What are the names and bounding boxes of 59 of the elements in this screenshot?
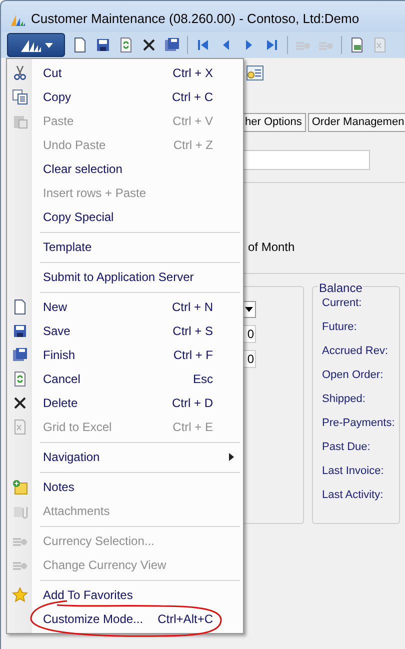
clipboard-icon xyxy=(12,113,28,129)
field-label: Last Activity: xyxy=(322,488,384,503)
first-record-icon xyxy=(195,37,211,53)
submenu-arrow-icon xyxy=(229,453,234,461)
field-label: Past Due: xyxy=(322,440,372,455)
document-icon xyxy=(12,299,28,315)
menu-item[interactable]: New Ctrl + N xyxy=(7,295,243,319)
spreadsheet-icon xyxy=(372,37,388,53)
refresh-icon xyxy=(12,371,28,387)
menu-item[interactable]: Copy Ctrl + C xyxy=(7,85,243,109)
toolbar-button[interactable] xyxy=(95,37,111,53)
save-all-icon xyxy=(12,347,28,363)
window-title: Customer Maintenance (08.260.00) - Contoso, Ltd:Demo xyxy=(31,10,360,28)
menu-item[interactable]: Customize Mode... Ctrl+Alt+C xyxy=(7,607,243,631)
field-label: Accrued Rev: xyxy=(322,344,390,359)
menu-item[interactable]: Finish Ctrl + F xyxy=(7,343,243,367)
menu-item[interactable]: Cut Ctrl + X xyxy=(7,61,243,85)
copy-icon xyxy=(12,89,28,105)
save-all-icon xyxy=(164,37,180,53)
field-label: Current: xyxy=(322,296,363,311)
logo-icon xyxy=(20,38,42,52)
tab[interactable]: her Options xyxy=(241,113,306,132)
menu-item[interactable]: Submit to Application Server xyxy=(7,265,243,289)
field-label: Pre-Payments: xyxy=(322,416,396,431)
field-label: Last Invoice: xyxy=(322,464,385,479)
menu-item[interactable]: Cancel Esc xyxy=(7,367,243,391)
save-icon xyxy=(95,37,111,53)
menu-item[interactable]: Clear selection xyxy=(7,157,243,181)
close-icon xyxy=(12,395,28,411)
menu-item[interactable]: Add To Favorites xyxy=(7,583,243,607)
note-add-icon xyxy=(12,479,28,495)
close-icon xyxy=(141,37,157,53)
report-icon xyxy=(349,37,365,53)
star-icon xyxy=(12,587,28,603)
last-record-icon xyxy=(264,37,280,53)
toolbar-button[interactable] xyxy=(141,37,157,53)
field-label: Future: xyxy=(322,320,358,335)
field-label: Shipped: xyxy=(322,392,366,407)
document-icon xyxy=(72,37,88,53)
caret-icon xyxy=(245,307,253,312)
menu-item[interactable]: Navigation xyxy=(7,445,243,469)
refresh-icon xyxy=(118,37,134,53)
spreadsheet-icon xyxy=(12,419,28,435)
field-label: of Month xyxy=(248,239,296,256)
menu-item[interactable]: Template xyxy=(7,235,243,259)
caret-icon xyxy=(44,42,52,48)
form-search-icon xyxy=(246,65,264,81)
menu-item[interactable]: Save Ctrl + S xyxy=(7,319,243,343)
toolbar-button[interactable] xyxy=(72,37,88,53)
tab[interactable]: Order Managemen xyxy=(308,113,405,132)
scissors-icon xyxy=(12,65,28,81)
menu-item[interactable]: Notes xyxy=(7,475,243,499)
field-label: Open Order: xyxy=(322,368,384,383)
save-icon xyxy=(12,323,28,339)
toolbar-button[interactable] xyxy=(164,37,180,53)
app-menu-button[interactable] xyxy=(7,33,65,57)
menu-item[interactable]: Delete Ctrl + D xyxy=(7,391,243,415)
input-field[interactable] xyxy=(243,150,370,170)
menu-item[interactable]: Copy Special xyxy=(7,205,243,229)
